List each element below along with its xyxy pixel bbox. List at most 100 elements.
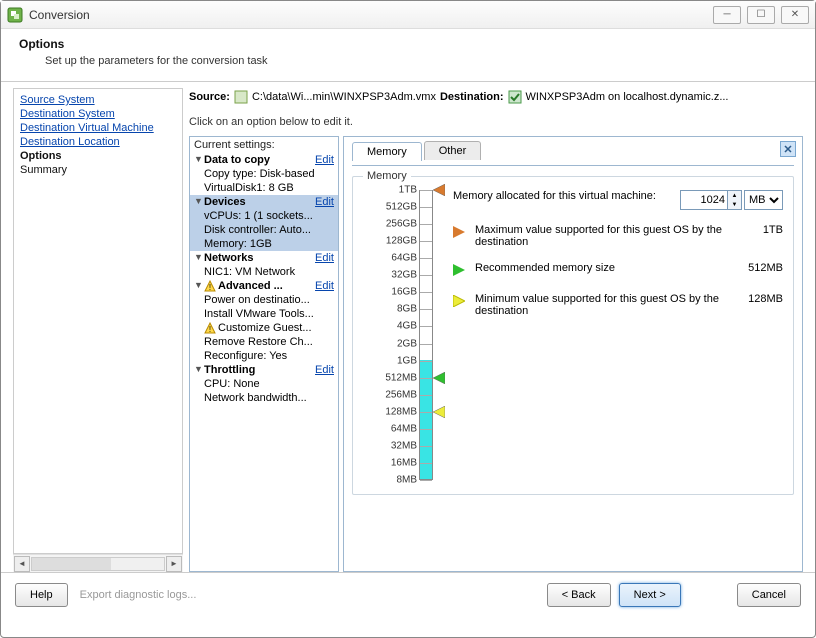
svg-text:!: !	[209, 325, 211, 334]
nav-destination-vm[interactable]: Destination Virtual Machine	[18, 121, 178, 135]
nav-scrollbar[interactable]: ◄ ►	[13, 554, 183, 572]
instruction-text: Click on an option below to edit it.	[189, 106, 803, 136]
maximize-button[interactable]: ☐	[747, 6, 775, 24]
legend-max: Maximum value supported for this guest O…	[453, 224, 783, 248]
edit-data-to-copy[interactable]: Edit	[311, 154, 334, 166]
legend-recommended: Recommended memory size 512MB	[453, 262, 783, 279]
edit-throttling[interactable]: Edit	[311, 364, 334, 376]
tick-256GB: 256GB	[386, 219, 417, 230]
item-power-on[interactable]: Power on destinatio...	[190, 293, 338, 307]
tick-256MB: 256MB	[385, 389, 417, 400]
tick-8GB: 8GB	[397, 304, 417, 315]
spin-down-icon[interactable]: ▼	[728, 200, 741, 209]
wizard-header: Options Set up the parameters for the co…	[1, 29, 815, 71]
memory-spinner[interactable]: ▲▼ MB	[680, 190, 783, 210]
tick-4GB: 4GB	[397, 321, 417, 332]
back-button[interactable]: < Back	[547, 583, 611, 607]
group-networks[interactable]: ▼NetworksEdit	[190, 251, 338, 265]
tick-128MB: 128MB	[385, 406, 417, 417]
source-path: C:\data\Wi...min\WINXPSP3Adm.vmx	[252, 91, 436, 103]
memory-unit-select[interactable]: MB	[744, 190, 783, 210]
footer: Help Export diagnostic logs... < Back Ne…	[1, 572, 815, 616]
item-memory[interactable]: Memory: 1GB	[190, 237, 338, 251]
tab-other[interactable]: Other	[424, 141, 482, 160]
close-button[interactable]: ✕	[781, 6, 809, 24]
panel-close-button[interactable]: ✕	[780, 141, 796, 157]
source-label: Source:	[189, 91, 230, 103]
edit-networks[interactable]: Edit	[311, 252, 334, 264]
item-install-tools[interactable]: Install VMware Tools...	[190, 307, 338, 321]
spin-up-icon[interactable]: ▲	[728, 191, 741, 200]
scroll-thumb[interactable]	[32, 558, 111, 570]
marker-minimum	[433, 406, 445, 418]
window-title: Conversion	[29, 8, 713, 22]
memory-fieldset: Memory 1TB 512GB 256GB 128GB 64GB 32GB 16GB 8GB…	[352, 170, 794, 495]
tick-16MB: 16MB	[391, 457, 417, 468]
source-icon	[234, 90, 248, 104]
item-nic1[interactable]: NIC1: VM Network	[190, 265, 338, 279]
page-title: Options	[19, 37, 797, 51]
destination-icon	[508, 90, 522, 104]
destination-label: Destination:	[440, 91, 504, 103]
item-reconfigure[interactable]: Reconfigure: Yes	[190, 349, 338, 363]
item-copy-type[interactable]: Copy type: Disk-based	[190, 167, 338, 181]
minimize-button[interactable]: ─	[713, 6, 741, 24]
tick-2GB: 2GB	[397, 338, 417, 349]
nav-destination-location[interactable]: Destination Location	[18, 135, 178, 149]
item-network-bw[interactable]: Network bandwidth...	[190, 391, 338, 405]
tick-8MB: 8MB	[396, 475, 417, 486]
legend-min: Minimum value supported for this guest O…	[453, 293, 783, 317]
next-button[interactable]: Next >	[619, 583, 681, 607]
group-devices[interactable]: ▼DevicesEdit	[190, 195, 338, 209]
nav-destination-system[interactable]: Destination System	[18, 107, 178, 121]
group-throttling[interactable]: ▼ThrottlingEdit	[190, 363, 338, 377]
item-cpu-none[interactable]: CPU: None	[190, 377, 338, 391]
help-button[interactable]: Help	[15, 583, 68, 607]
tick-512GB: 512GB	[386, 202, 417, 213]
cancel-button[interactable]: Cancel	[737, 583, 801, 607]
tick-128GB: 128GB	[386, 236, 417, 247]
settings-panel: Current settings: ▼Data to copyEdit Copy…	[189, 136, 339, 572]
item-vcpus[interactable]: vCPUs: 1 (1 sockets...	[190, 209, 338, 223]
nav-summary: Summary	[18, 163, 178, 177]
edit-advanced[interactable]: Edit	[311, 280, 334, 292]
item-customize-guest[interactable]: !Customize Guest...	[190, 321, 338, 335]
destination-text: WINXPSP3Adm on localhost.dynamic.z...	[526, 91, 729, 103]
triangle-orange-icon	[453, 226, 465, 241]
tab-memory[interactable]: Memory	[352, 142, 422, 161]
tick-16GB: 16GB	[391, 287, 417, 298]
nav-source-system[interactable]: Source System	[18, 93, 178, 107]
tick-32MB: 32MB	[391, 440, 417, 451]
tab-bar: Memory Other	[352, 141, 794, 160]
triangle-yellow-icon	[453, 295, 465, 310]
item-disk-controller[interactable]: Disk controller: Auto...	[190, 223, 338, 237]
item-remove-restore[interactable]: Remove Restore Ch...	[190, 335, 338, 349]
marker-recommended	[433, 372, 445, 384]
memory-slider[interactable]: 1TB512GB256GB128GB64GB32GB16GB8GB4GB2GB1…	[363, 190, 439, 480]
tick-32GB: 32GB	[391, 270, 417, 281]
export-logs-link[interactable]: Export diagnostic logs...	[76, 589, 539, 601]
scroll-right-icon[interactable]: ►	[166, 556, 182, 572]
group-advanced[interactable]: ▼!Advanced ...Edit	[190, 279, 338, 293]
group-data-to-copy[interactable]: ▼Data to copyEdit	[190, 153, 338, 167]
memory-input[interactable]	[680, 190, 728, 210]
alloc-label: Memory allocated for this virtual machin…	[453, 190, 672, 202]
tick-64GB: 64GB	[391, 253, 417, 264]
triangle-green-icon	[453, 264, 465, 279]
settings-header: Current settings:	[190, 137, 338, 153]
item-virtualdisk1[interactable]: VirtualDisk1: 8 GB	[190, 181, 338, 195]
detail-panel: ✕ Memory Other Memory	[343, 136, 803, 572]
memory-legend: Memory	[363, 170, 411, 182]
source-destination-bar: Source: C:\data\Wi...min\WINXPSP3Adm.vmx…	[189, 88, 803, 106]
tick-64MB: 64MB	[391, 423, 417, 434]
scroll-left-icon[interactable]: ◄	[14, 556, 30, 572]
nav-current-options: Options	[18, 149, 178, 163]
svg-text:!: !	[209, 283, 211, 292]
edit-devices[interactable]: Edit	[311, 196, 334, 208]
warning-icon: !	[204, 322, 216, 334]
step-nav: Source System Destination System Destina…	[13, 88, 183, 554]
page-subtitle: Set up the parameters for the conversion…	[19, 51, 797, 67]
tick-1TB: 1TB	[399, 185, 417, 196]
marker-maximum	[433, 184, 445, 196]
tick-512MB: 512MB	[385, 372, 417, 383]
